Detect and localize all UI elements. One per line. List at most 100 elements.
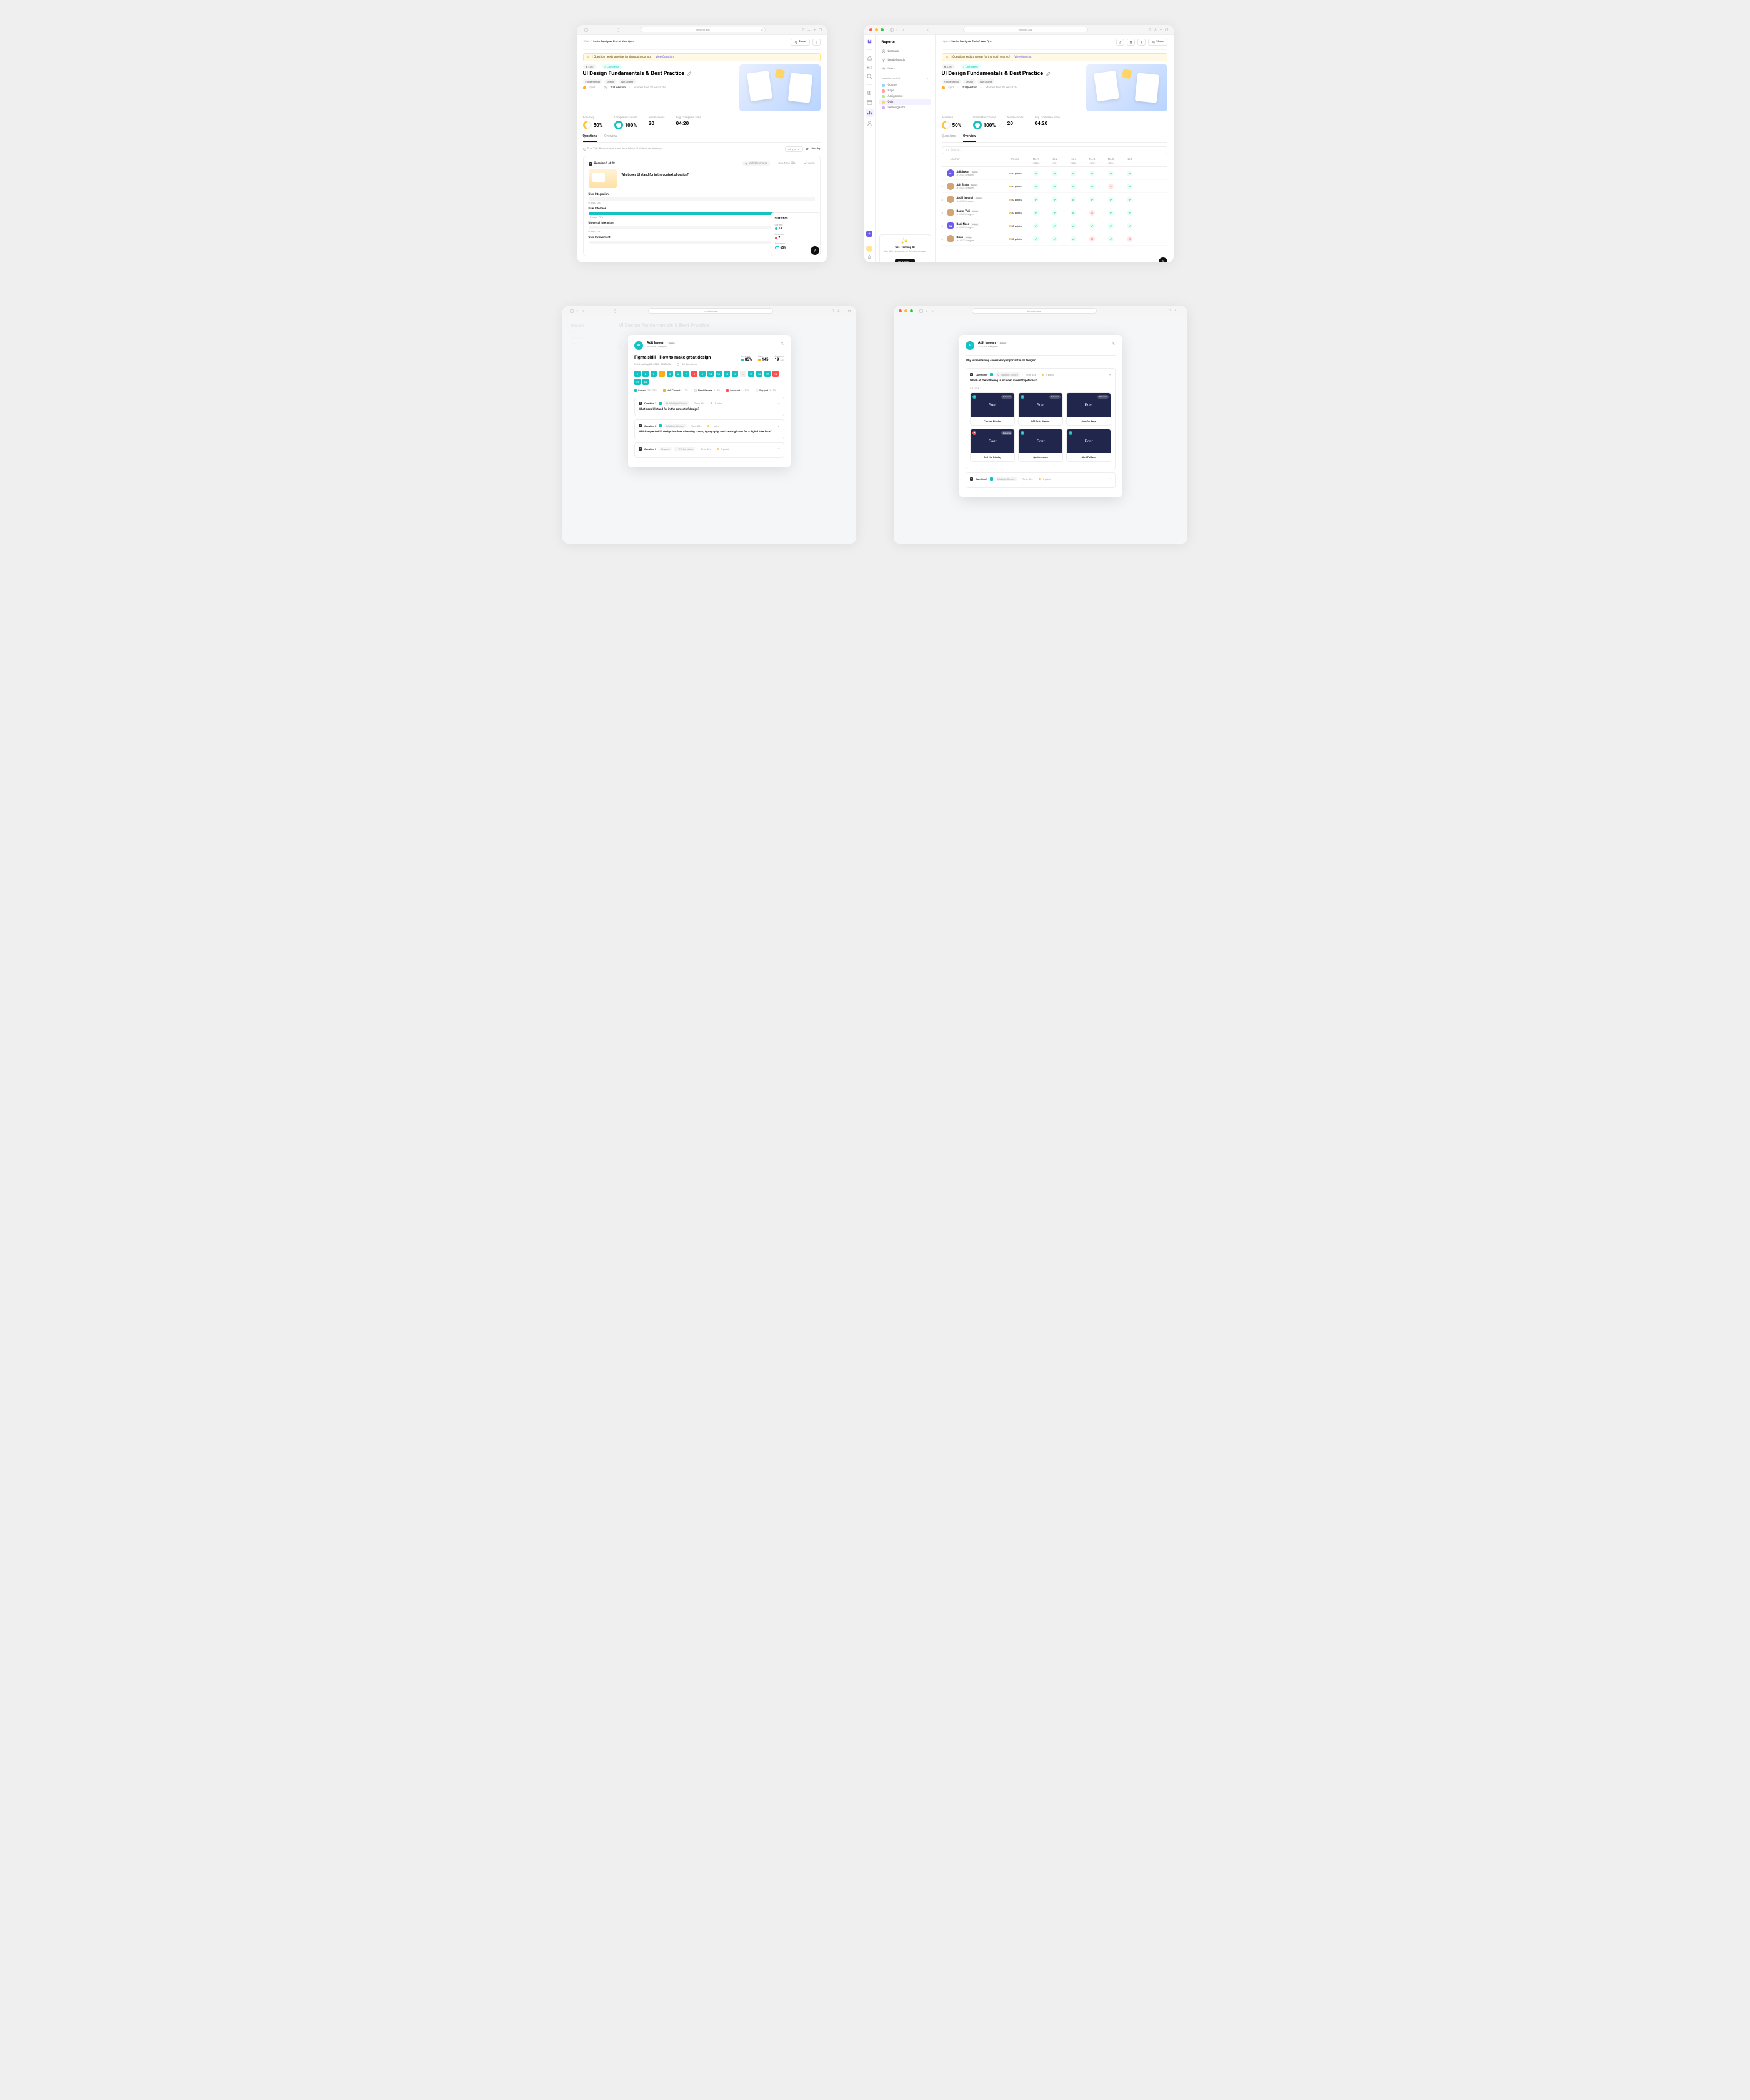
tab-overview[interactable]: Overview [963, 134, 976, 142]
crumb-root[interactable]: Quiz [584, 41, 590, 44]
view-question-link[interactable]: View Question [656, 56, 674, 59]
modal-question-3[interactable]: 3Question 3SkippedFill the blank·Time 32… [634, 442, 784, 458]
table-row[interactable]: 2Arif BrataDesignJr UI/UX Designer50 poi… [942, 180, 1168, 193]
tabs-icon[interactable] [1165, 28, 1168, 31]
download-button[interactable] [1116, 39, 1124, 46]
question-cell[interactable]: 17 [764, 371, 771, 377]
col-question[interactable]: No.1100% [1027, 158, 1046, 164]
table-row[interactable]: 3Ardhi IrwandiDesignJr UI/UX Designer50 … [942, 193, 1168, 206]
promo-cta[interactable]: Try it now→ [895, 259, 914, 262]
calendar-icon[interactable] [867, 99, 872, 105]
question-cell[interactable]: 11 [716, 371, 722, 377]
help-fab[interactable]: ? [1159, 258, 1168, 262]
table-row[interactable]: 6BrianDesignJr UI/UX Designer50 points [942, 232, 1168, 246]
close-icon[interactable] [1111, 341, 1116, 346]
shield-icon[interactable] [1148, 28, 1151, 31]
moon-icon[interactable] [928, 28, 931, 32]
chevron-down-icon[interactable] [778, 402, 780, 405]
font-option[interactable]: FontQuattrocento [1018, 429, 1063, 462]
nav-forward[interactable] [581, 309, 585, 313]
col-question[interactable]: No.550% [1102, 158, 1121, 164]
gear-icon[interactable] [867, 254, 872, 260]
nav-back[interactable] [576, 309, 579, 313]
sidebar-item-page[interactable]: Page [879, 88, 931, 94]
nav-back[interactable] [896, 28, 899, 32]
more-button[interactable] [812, 39, 821, 46]
font-option[interactable]: ResponseFontRed Hat Display [970, 429, 1015, 462]
delete-button[interactable] [1127, 39, 1135, 46]
table-row[interactable]: 1AIAdit IrwanDesignJr UI/UX Designer50 p… [942, 167, 1168, 180]
nav-forward[interactable] [901, 28, 905, 32]
settings-button[interactable] [1138, 39, 1146, 46]
refresh-icon[interactable] [761, 28, 764, 31]
question-cell[interactable]: 2 [642, 371, 649, 377]
question-cell[interactable]: 19 [634, 379, 641, 385]
col-points[interactable]: Points [1004, 158, 1027, 164]
col-question[interactable]: No.440% [1083, 158, 1102, 164]
question-cell[interactable]: 4 [659, 371, 665, 377]
question-cell[interactable]: 16 [756, 371, 762, 377]
filter-type[interactable]: All type [785, 146, 803, 152]
sidebar-item-learning-path[interactable]: Learning Path [879, 105, 931, 111]
table-row[interactable]: 5BNBani NaonDesignJr UI/UX Designer50 po… [942, 219, 1168, 232]
sidebar-toggle-icon[interactable] [890, 28, 894, 32]
share-button[interactable]: Share [1148, 39, 1167, 46]
view-question-link[interactable]: View Question [1014, 56, 1032, 59]
modal-question-1[interactable]: 1Question 1Multiple Choice·Time 32s·1 po… [634, 397, 784, 416]
table-row[interactable]: 4Bagus YuliDesignJr UI/UX Designer50 poi… [942, 206, 1168, 219]
sidebar-item-quiz[interactable]: Quiz [879, 99, 931, 105]
url-bar[interactable]: trenning.app [641, 27, 766, 32]
search-input[interactable]: Search... [942, 146, 1168, 154]
share-icon[interactable] [1154, 28, 1157, 31]
question-cell[interactable]: 12 [724, 371, 730, 377]
sort-label[interactable]: Sort by [811, 148, 820, 151]
col-question[interactable]: No.6 [1121, 158, 1139, 164]
font-option[interactable]: ResponseFontDM Serif Display [1018, 392, 1063, 426]
tab-overview[interactable]: Overview [604, 134, 617, 142]
font-option[interactable]: FontAbril Fatface [1066, 429, 1111, 462]
col-question[interactable]: No.20% [1046, 158, 1064, 164]
share-button[interactable]: Share [791, 39, 809, 46]
moon-icon[interactable] [617, 28, 621, 32]
moon-icon[interactable] [614, 309, 618, 313]
badge-notif[interactable] [866, 246, 872, 252]
reports-icon[interactable] [866, 109, 874, 117]
question-cell[interactable]: 15 [748, 371, 754, 377]
font-option[interactable]: ResponseFontJosefin Sans [1066, 392, 1111, 426]
sidebar-item-leaderboards[interactable]: Leaderboards [879, 57, 931, 63]
sort-icon[interactable] [806, 148, 809, 151]
sidebar-item-course[interactable]: Course [879, 82, 931, 88]
modal-backdrop[interactable]: AI Adit IrawanDesignJr UI/UX Designer Fi… [562, 316, 856, 544]
edit-icon[interactable] [1046, 71, 1051, 76]
users-icon[interactable] [867, 121, 872, 126]
question-cell[interactable]: 13 [732, 371, 738, 377]
inbox-icon[interactable] [867, 64, 872, 70]
sidebar-toggle-icon[interactable] [570, 309, 574, 313]
col-learner[interactable]: Learner [942, 158, 1004, 164]
plus-icon[interactable] [813, 28, 816, 31]
question-cell[interactable]: 1 [634, 371, 641, 377]
question-cell[interactable]: 20 [642, 379, 649, 385]
question-cell[interactable]: 18 [772, 371, 779, 377]
logo-icon[interactable] [867, 39, 872, 44]
chevron-up-icon[interactable] [1109, 374, 1111, 376]
modal-question-2[interactable]: 2Question 2Multiple Choice·Time 32s·1 po… [634, 419, 784, 439]
home-icon[interactable] [867, 55, 872, 61]
url-bar[interactable]: trenning.app [963, 27, 1088, 32]
question-cell[interactable]: 7 [683, 371, 689, 377]
url-bar[interactable]: trenning.app [648, 308, 773, 314]
search-icon[interactable] [867, 74, 872, 79]
question-cell[interactable]: 8 [691, 371, 698, 377]
col-question[interactable]: No.370% [1064, 158, 1083, 164]
sidebar-toggle-icon[interactable] [584, 28, 588, 32]
question-cell[interactable]: 6 [675, 371, 681, 377]
sidebar-item-assignment[interactable]: Assignment [879, 94, 931, 99]
modal-question-7[interactable]: 7Question 7Multiple Choice·Time 32s·1 po… [966, 472, 1116, 488]
tabs-icon[interactable] [819, 28, 822, 31]
font-option[interactable]: ResponseFontPlayfair Display [970, 392, 1015, 426]
share-icon[interactable] [808, 28, 811, 31]
plus-icon[interactable] [1159, 28, 1162, 31]
library-icon[interactable] [867, 90, 872, 96]
help-fab[interactable]: ? [811, 246, 819, 255]
question-cell[interactable]: 14 [740, 371, 746, 377]
